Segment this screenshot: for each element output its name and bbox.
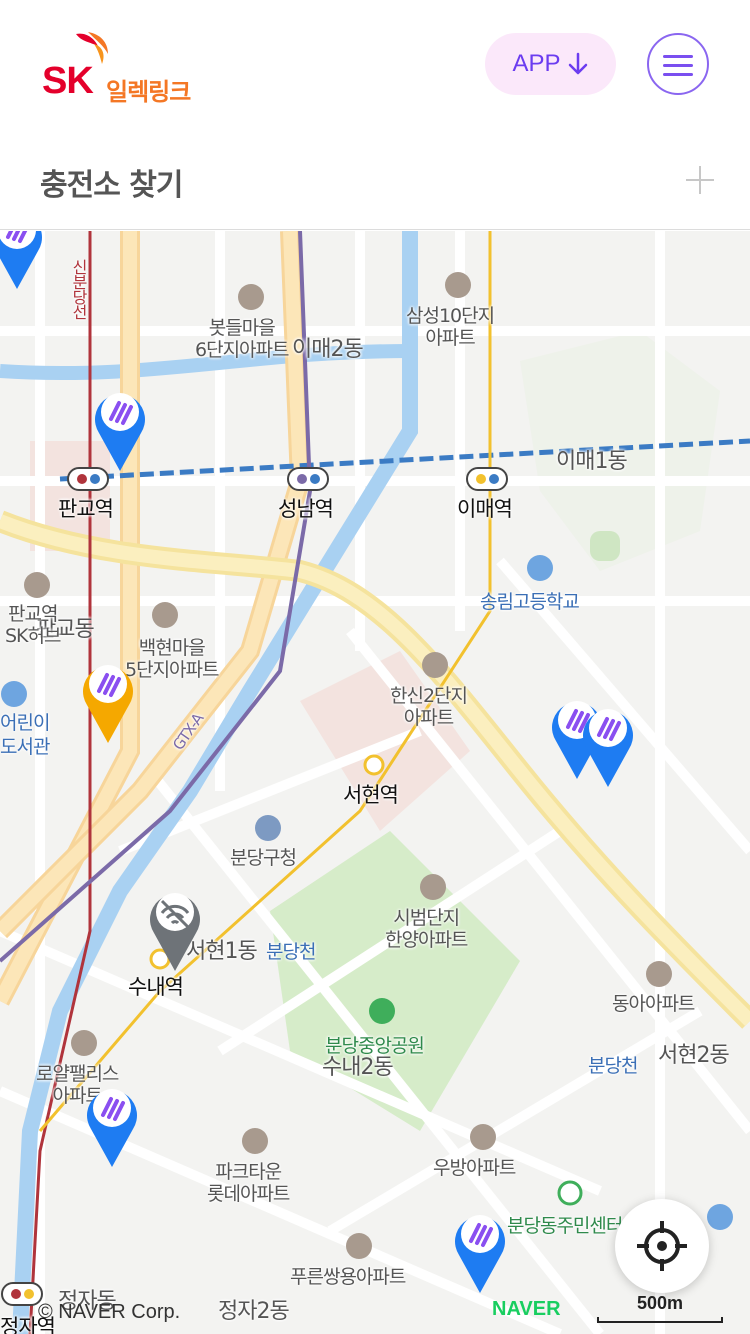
scale-bar-line [597, 1317, 723, 1323]
apartment-name-line: 한신2단지 [390, 685, 468, 707]
station-label[interactable]: 수내역 [128, 971, 184, 1001]
plus-icon[interactable] [686, 166, 714, 194]
charger-pin-busy[interactable] [79, 655, 137, 745]
app-download-button[interactable]: APP [485, 33, 616, 95]
library-label: 어린이 도서관 [0, 711, 50, 759]
apartment-label: 푸른쌍용아파트 [290, 1266, 406, 1288]
apartment-label: 동아아파트 [612, 993, 695, 1015]
apartment-name-line: 삼성10단지 [406, 305, 495, 327]
charger-pin-available[interactable] [91, 383, 149, 473]
community-center-label: 분당동주민센터 [507, 1215, 623, 1237]
area-label: 서현2동 [658, 1043, 730, 1068]
crosshair-icon [637, 1221, 687, 1271]
library-name-line: 도서관 [0, 736, 50, 758]
apartment-name-line: 5단지아파트 [125, 659, 219, 681]
map-scale-bar: 500m [597, 1291, 723, 1323]
menu-line-icon [663, 64, 693, 67]
my-location-button[interactable] [615, 1199, 709, 1293]
apartment-name-line: 백현마을 [138, 637, 206, 659]
menu-line-icon [663, 55, 693, 58]
apartment-name-line: 6단지아파트 [195, 339, 289, 361]
apartment-label: 우방아파트 [433, 1157, 516, 1179]
government-office-label: 분당구청 [230, 847, 297, 869]
logo-brand-text: SK [42, 60, 94, 102]
top-header: SK 일렉링크 APP [0, 0, 750, 130]
area-label: 이매2동 [292, 337, 364, 362]
app-button-label: APP [512, 50, 561, 77]
apartment-name-line: 파크타운 [215, 1161, 282, 1183]
apartment-label: 파크타운 롯데아파트 [207, 1161, 290, 1205]
apartment-name-line: 아파트 [403, 707, 454, 729]
station-label[interactable]: 이매역 [457, 493, 513, 523]
building-label: 판교역 SK허브 [5, 603, 61, 647]
menu-line-icon [663, 73, 693, 76]
library-name-line: 어린이 [0, 712, 50, 734]
area-label: 이매1동 [556, 449, 628, 474]
building-name-line: 판교역 [8, 603, 58, 625]
area-label: 정자2동 [218, 1299, 290, 1324]
building-name-line: SK허브 [5, 625, 61, 647]
rail-line-label: 신분당선 [69, 259, 88, 319]
scale-label: 500m [636, 1293, 684, 1313]
charger-pin-available[interactable] [579, 699, 637, 789]
apartment-label: 봇들마을 6단지아파트 [195, 317, 289, 361]
stream-label: 분당천 [588, 1055, 638, 1077]
charger-pin-available[interactable] [0, 231, 46, 291]
park-label: 분당중앙공원 [325, 1035, 425, 1057]
page-title: 충전소 찾기 [40, 168, 183, 203]
charger-pin-available[interactable] [451, 1205, 509, 1295]
download-arrow-icon [568, 52, 587, 75]
station-label[interactable]: 서현역 [343, 779, 399, 809]
station-label[interactable]: 판교역 [58, 493, 114, 523]
stream-label: 분당천 [266, 941, 316, 963]
station-label[interactable]: 성남역 [278, 493, 334, 523]
map-copyright: © NAVER Corp. [38, 1301, 181, 1323]
apartment-label: 삼성10단지 아파트 [406, 305, 495, 349]
sk-electlink-logo[interactable]: SK 일렉링크 [40, 30, 210, 106]
apartment-name-line: 시범단지 [393, 907, 460, 929]
apartment-label: 시범단지 한양아파트 [385, 907, 468, 951]
charging-station-map[interactable]: 이매2동 이매1동 판교동 서현1동 수내2동 서현2동 정자동 정자2동 판교… [0, 231, 750, 1334]
apartment-label: 한신2단지 아파트 [390, 685, 468, 729]
apartment-name-line: 롯데아파트 [207, 1183, 290, 1205]
school-label: 송림고등학교 [480, 591, 580, 613]
apartment-name-line: 봇들마을 [208, 317, 276, 339]
charger-pin-available[interactable] [83, 1079, 141, 1169]
logo-name-text: 일렉링크 [106, 78, 191, 106]
apartment-label: 백현마을 5단지아파트 [125, 637, 219, 681]
hamburger-menu-button[interactable] [647, 33, 709, 95]
charger-pin-offline[interactable] [146, 883, 204, 973]
apartment-name-line: 아파트 [425, 327, 475, 349]
naver-logo: NAVER [492, 1298, 561, 1320]
apartment-name-line: 한양아파트 [385, 929, 468, 951]
